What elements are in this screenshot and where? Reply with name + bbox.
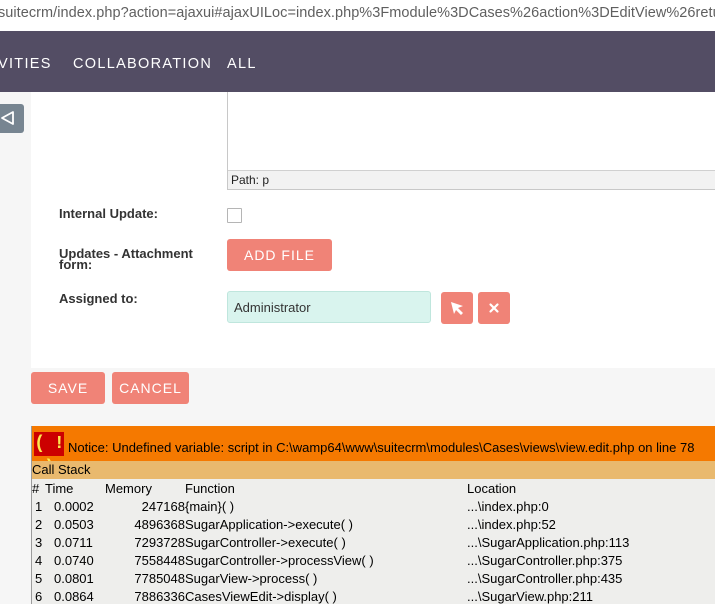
- update-text-editor[interactable]: Path: p: [227, 92, 715, 190]
- assigned-to-input[interactable]: [227, 291, 431, 323]
- editor-path-label: Path: p: [231, 173, 270, 187]
- stack-row-memory: 7293728: [134, 535, 185, 550]
- updates-attachment-label: Updates - Attachment form:: [59, 246, 193, 272]
- stack-row-function: CasesViewEdit->display( ): [185, 589, 337, 604]
- stack-row-time: 0.0711: [54, 535, 93, 550]
- php-error-notice: ( ! ) Notice: Undefined variable: script…: [31, 426, 715, 604]
- stack-row-memory: 4896368: [134, 517, 185, 532]
- nav-item-activities[interactable]: VITIES: [0, 56, 52, 72]
- select-user-button[interactable]: [441, 292, 473, 324]
- stack-row-number: 5: [35, 571, 43, 586]
- stack-row-number: 2: [35, 517, 43, 532]
- stack-row-memory: 7785048: [134, 571, 185, 586]
- stack-row-function: SugarController->processView( ): [185, 553, 374, 568]
- sidebar-toggle-button[interactable]: [0, 104, 24, 133]
- stack-row-location: ...\SugarController.php:435: [467, 571, 623, 586]
- internal-update-checkbox[interactable]: [227, 208, 242, 223]
- clear-user-button[interactable]: [478, 292, 510, 324]
- stack-row-memory: 247168: [141, 499, 185, 514]
- internal-update-label: Internal Update:: [59, 206, 158, 221]
- stack-row-number: 6: [35, 589, 43, 604]
- stack-row-time: 0.0864: [54, 589, 94, 604]
- stack-row-function: SugarView->process( ): [185, 571, 318, 586]
- notice-header: ( ! ) Notice: Undefined variable: script…: [32, 426, 715, 461]
- browser-url-bar[interactable]: suitecrm/index.php?action=ajaxui#ajaxUIL…: [0, 0, 715, 31]
- column-header-time: Time: [45, 481, 74, 496]
- column-header-number: #: [32, 481, 40, 496]
- stack-row-function: SugarApplication->execute( ): [185, 517, 354, 532]
- warning-icon: ( ! ): [34, 432, 65, 461]
- url-text[interactable]: suitecrm/index.php?action=ajaxui#ajaxUIL…: [0, 5, 715, 21]
- editor-status-bar: Path: p: [228, 170, 715, 189]
- assigned-to-label: Assigned to:: [59, 291, 138, 306]
- stack-row-number: 4: [35, 553, 43, 568]
- stack-row-memory: 7558448: [134, 553, 185, 568]
- collapse-arrow-icon: [1, 111, 14, 125]
- add-file-button[interactable]: ADD FILE: [227, 239, 332, 271]
- stack-row-location: ...\index.php:52: [467, 517, 556, 532]
- stack-row-time: 0.0503: [54, 517, 94, 532]
- left-gutter: [0, 92, 31, 604]
- stack-row-location: ...\SugarApplication.php:113: [467, 535, 630, 550]
- column-header-memory: Memory: [105, 481, 152, 496]
- stack-row-time: 0.0740: [54, 553, 94, 568]
- call-stack-header: Call Stack: [32, 461, 715, 479]
- save-button[interactable]: SAVE: [31, 372, 105, 404]
- stack-row-memory: 7886336: [134, 589, 185, 604]
- column-header-function: Function: [185, 481, 235, 496]
- stack-row-location: ...\SugarController.php:375: [467, 553, 623, 568]
- nav-item-collaboration[interactable]: COLLABORATION: [73, 56, 212, 72]
- top-navigation-bar: VITIES COLLABORATION ALL: [0, 31, 715, 92]
- column-header-location: Location: [467, 481, 517, 496]
- arrow-cursor-icon: [451, 302, 463, 315]
- stack-row-number: 3: [35, 535, 43, 550]
- stack-row-location: ...\SugarView.php:211: [467, 589, 594, 604]
- stack-row-function: {main}( ): [185, 499, 235, 514]
- cancel-button[interactable]: CANCEL: [112, 372, 189, 404]
- stack-row-number: 1: [35, 499, 43, 514]
- stack-row-time: 0.0801: [54, 571, 94, 586]
- stack-row-time: 0.0002: [54, 499, 94, 514]
- call-stack-label: Call Stack: [32, 462, 91, 477]
- nav-item-all[interactable]: ALL: [227, 56, 257, 72]
- close-icon: [489, 303, 499, 313]
- notice-message: Notice: Undefined variable: script in C:…: [68, 440, 695, 455]
- stack-row-function: SugarController->execute( ): [185, 535, 346, 550]
- stack-row-location: ...\index.php:0: [467, 499, 549, 514]
